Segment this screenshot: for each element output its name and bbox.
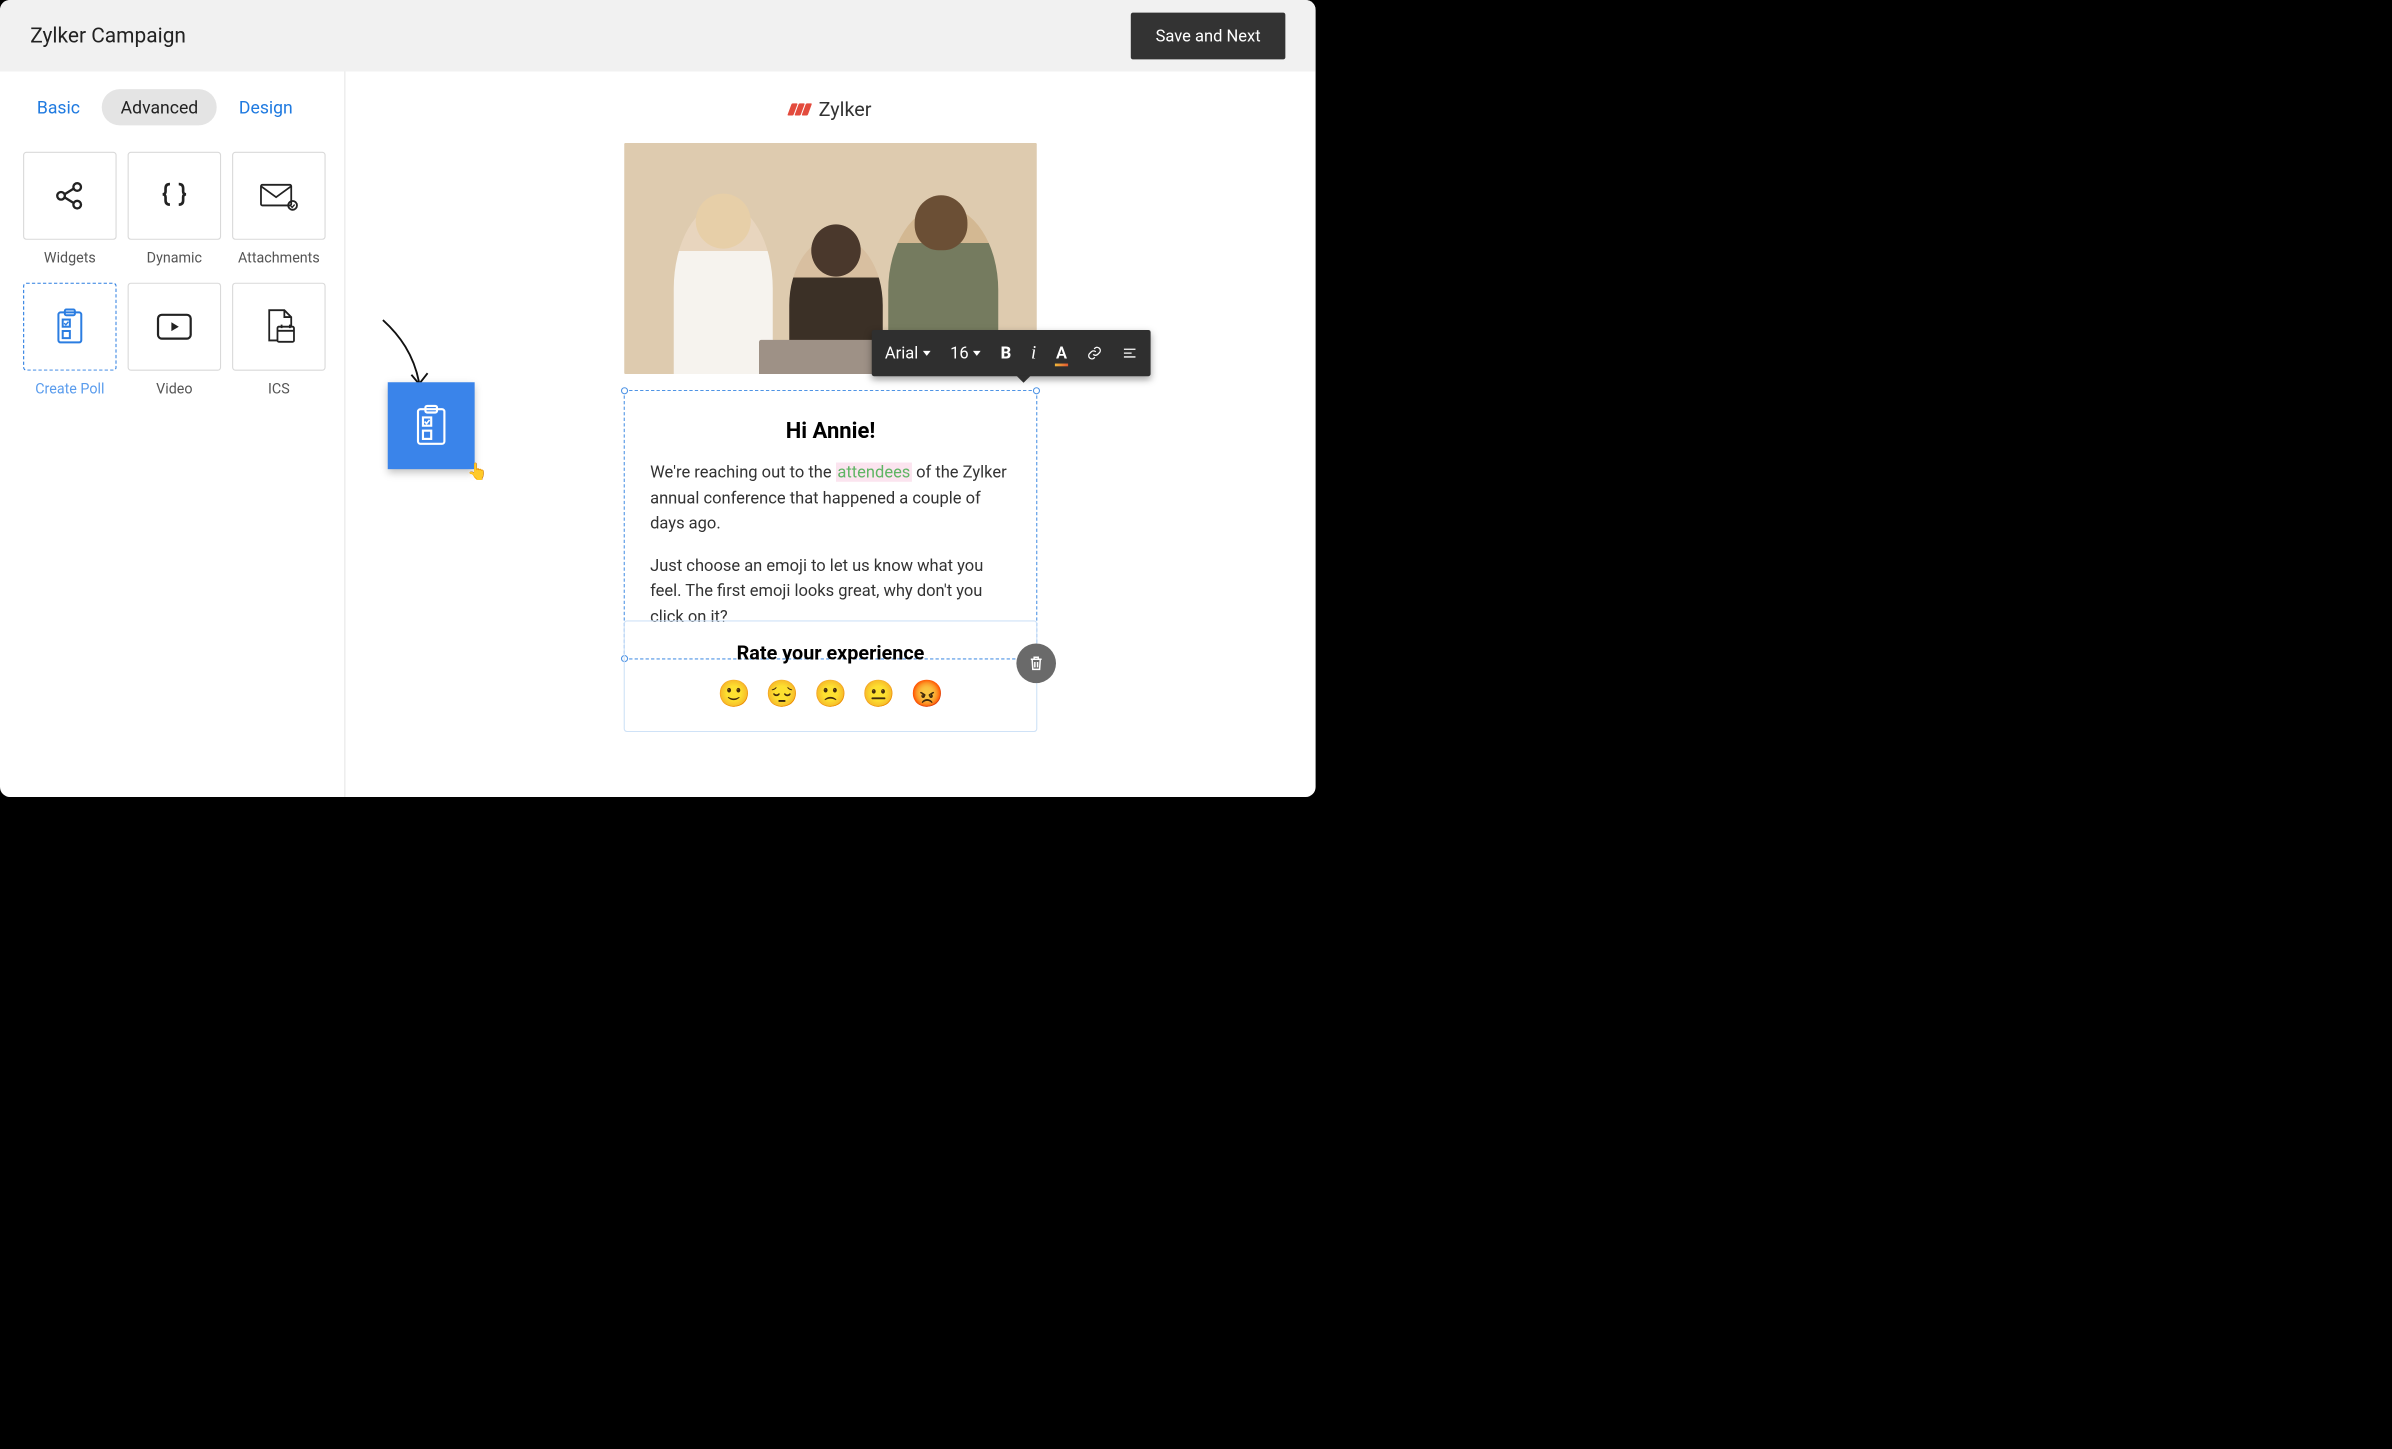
resize-handle[interactable] (1033, 387, 1040, 394)
poll-emoji-1[interactable]: 🙂 (718, 678, 751, 709)
brand-logo-icon (790, 103, 810, 115)
sidebar: Basic Advanced Design Widgets Dynamic At… (0, 72, 345, 797)
brand-name: Zylker (819, 98, 872, 121)
component-video[interactable]: Video (128, 283, 222, 397)
poll-block[interactable]: Rate your experience 🙂 😔 🙁 😐 😡 (624, 620, 1038, 732)
component-ics[interactable]: ICS (232, 283, 326, 397)
toolbar-font-picker[interactable]: Arial (885, 343, 930, 362)
poll-emoji-2[interactable]: 😔 (766, 678, 799, 709)
component-label: Widgets (44, 250, 96, 267)
component-widgets[interactable]: Widgets (23, 152, 117, 266)
hero-person-1 (674, 204, 773, 375)
chevron-down-icon (973, 351, 981, 356)
paragraph-1[interactable]: We're reaching out to the attendees of t… (650, 460, 1011, 537)
toolbar-size-picker[interactable]: 16 (950, 343, 981, 362)
component-create-poll[interactable]: Create Poll (23, 283, 117, 397)
link-icon (1087, 345, 1102, 360)
email-canvas[interactable]: Zylker Arial 16 B i A (345, 72, 1315, 797)
toolbar-italic-button[interactable]: i (1031, 343, 1036, 364)
poll-icon (56, 308, 85, 345)
page-title: Zylker Campaign (30, 24, 186, 48)
tab-advanced[interactable]: Advanced (102, 89, 217, 125)
toolbar-text-color-button[interactable]: A (1056, 343, 1067, 362)
text-block-selected[interactable]: Hi Annie! We're reaching out to the atte… (624, 390, 1038, 660)
resize-handle[interactable] (621, 387, 628, 394)
brand: Zylker (790, 98, 872, 121)
toolbar-font-value: Arial (885, 343, 918, 362)
component-label: Attachments (238, 250, 320, 267)
share-icon (52, 178, 87, 213)
calendar-icon (262, 307, 295, 346)
braces-icon (157, 178, 192, 213)
text-format-toolbar: Arial 16 B i A (872, 330, 1151, 376)
toolbar-align-button[interactable] (1122, 345, 1137, 360)
chevron-down-icon (923, 351, 931, 356)
component-label: Dynamic (147, 250, 202, 267)
poll-title: Rate your experience (625, 641, 1036, 664)
body: Basic Advanced Design Widgets Dynamic At… (0, 72, 1316, 797)
component-dynamic[interactable]: Dynamic (128, 152, 222, 266)
component-grid: Widgets Dynamic Attachments Create Poll (23, 152, 321, 397)
component-attachments[interactable]: Attachments (232, 152, 326, 266)
hero-laptop (759, 340, 875, 374)
tab-design[interactable]: Design (239, 97, 293, 118)
paragraph-2[interactable]: Just choose an emoji to let us know what… (650, 553, 1011, 630)
video-icon (155, 312, 195, 342)
sidebar-tabs: Basic Advanced Design (37, 89, 321, 125)
poll-emoji-3[interactable]: 🙁 (814, 678, 847, 709)
poll-emoji-5[interactable]: 😡 (911, 678, 944, 709)
topbar: Zylker Campaign Save and Next (0, 0, 1316, 72)
drag-ghost-create-poll[interactable]: 👆 (388, 382, 475, 469)
merge-tag-attendees[interactable]: attendees (836, 463, 912, 482)
poll-emoji-row: 🙂 😔 🙁 😐 😡 (625, 678, 1036, 709)
envelope-icon (260, 180, 299, 211)
app-window: Zylker Campaign Save and Next Basic Adva… (0, 0, 1316, 797)
align-icon (1122, 345, 1137, 360)
greeting-heading[interactable]: Hi Annie! (650, 417, 1011, 443)
trash-icon (1028, 655, 1045, 673)
toolbar-size-value: 16 (950, 343, 969, 362)
para1-pre: We're reaching out to the (650, 463, 836, 482)
component-label: Create Poll (35, 381, 104, 398)
poll-icon (415, 404, 448, 447)
save-and-next-button[interactable]: Save and Next (1131, 12, 1285, 59)
tab-basic[interactable]: Basic (37, 97, 80, 118)
toolbar-link-button[interactable] (1087, 345, 1102, 360)
poll-emoji-4[interactable]: 😐 (862, 678, 895, 709)
component-label: Video (156, 381, 192, 398)
component-label: ICS (268, 381, 290, 398)
delete-block-button[interactable] (1016, 644, 1056, 684)
toolbar-bold-button[interactable]: B (1001, 343, 1012, 362)
